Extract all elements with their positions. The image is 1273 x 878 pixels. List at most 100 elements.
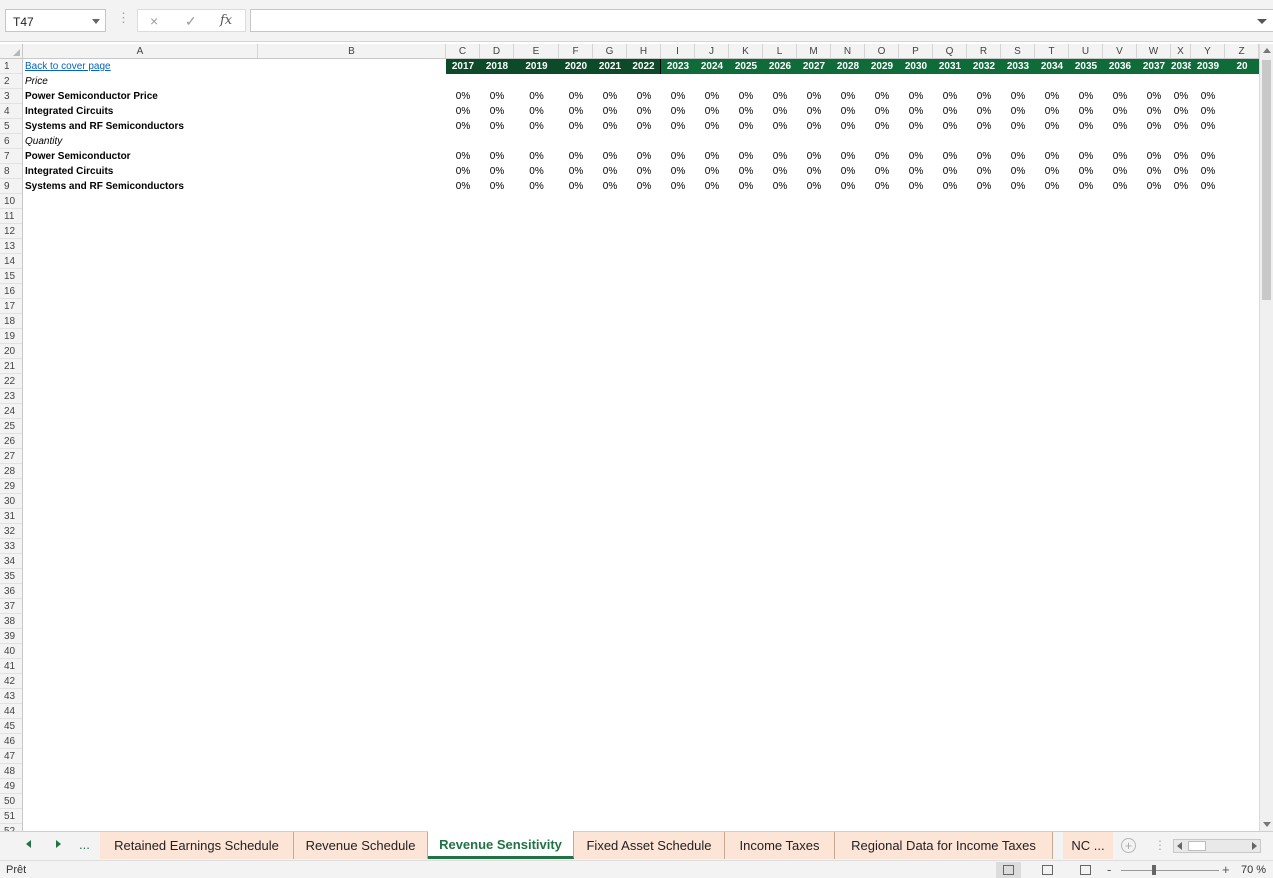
row-header-15[interactable]: 15	[0, 269, 22, 284]
page-layout-view-button[interactable]	[1035, 862, 1060, 878]
percent-cell[interactable]: 0%	[865, 179, 899, 194]
percent-cell[interactable]: 0%	[1035, 179, 1069, 194]
percent-cell[interactable]: 0%	[967, 104, 1001, 119]
percent-cell[interactable]: 0%	[1035, 119, 1069, 134]
percent-cell[interactable]: 0%	[933, 104, 967, 119]
percent-cell[interactable]: 0%	[797, 89, 831, 104]
page-break-view-button[interactable]	[1073, 862, 1098, 878]
row-header-13[interactable]: 13	[0, 239, 22, 254]
row-header-19[interactable]: 19	[0, 329, 22, 344]
column-header-w[interactable]: W	[1137, 44, 1171, 58]
percent-cell[interactable]: 0%	[865, 104, 899, 119]
percent-cell[interactable]: 0%	[1171, 164, 1191, 179]
percent-cell[interactable]: 0%	[1103, 149, 1137, 164]
percent-cell[interactable]: 0%	[446, 179, 480, 194]
percent-cell[interactable]: 0%	[729, 179, 763, 194]
percent-cell[interactable]: 0%	[1137, 164, 1171, 179]
row-header-3[interactable]: 3	[0, 89, 22, 104]
percent-cell[interactable]: 0%	[446, 164, 480, 179]
percent-cell[interactable]: 0%	[865, 119, 899, 134]
row-header-2[interactable]: 2	[0, 74, 22, 89]
column-header-b[interactable]: B	[258, 44, 446, 58]
year-header-cell[interactable]: 2039	[1191, 59, 1225, 74]
more-sheets-left-button[interactable]: ...	[79, 837, 90, 852]
percent-cell[interactable]: 0%	[1035, 89, 1069, 104]
year-header-cell[interactable]: 2020	[559, 59, 593, 74]
percent-cell[interactable]: 0%	[831, 104, 865, 119]
more-sheets-right-button[interactable]: NC ...	[1063, 832, 1113, 859]
row-label[interactable]: Power Semiconductor Price	[25, 89, 158, 104]
percent-cell[interactable]: 0%	[899, 119, 933, 134]
row-header-29[interactable]: 29	[0, 479, 22, 494]
sheet-tab-income-taxes[interactable]: Income Taxes	[725, 832, 835, 859]
percent-cell[interactable]: 0%	[831, 89, 865, 104]
percent-cell[interactable]: 0%	[899, 149, 933, 164]
vertical-scroll-thumb[interactable]	[1262, 60, 1271, 300]
percent-cell[interactable]: 0%	[1191, 179, 1225, 194]
row-header-48[interactable]: 48	[0, 764, 22, 779]
percent-cell[interactable]: 0%	[593, 149, 627, 164]
row-header-42[interactable]: 42	[0, 674, 22, 689]
percent-cell[interactable]: 0%	[831, 179, 865, 194]
row-header-28[interactable]: 28	[0, 464, 22, 479]
percent-cell[interactable]: 0%	[1035, 104, 1069, 119]
column-header-o[interactable]: O	[865, 44, 899, 58]
column-header-j[interactable]: J	[695, 44, 729, 58]
percent-cell[interactable]: 0%	[1103, 179, 1137, 194]
column-header-r[interactable]: R	[967, 44, 1001, 58]
tab-splitter-icon[interactable]: ⋮	[1154, 838, 1166, 852]
sheet-tab-revenue-schedule[interactable]: Revenue Schedule	[294, 832, 428, 859]
percent-cell[interactable]: 0%	[593, 179, 627, 194]
percent-cell[interactable]: 0%	[899, 179, 933, 194]
enter-icon[interactable]: ✓	[185, 13, 197, 30]
row-header-17[interactable]: 17	[0, 299, 22, 314]
row-header-41[interactable]: 41	[0, 659, 22, 674]
row-header-45[interactable]: 45	[0, 719, 22, 734]
percent-cell[interactable]: 0%	[514, 164, 559, 179]
row-header-14[interactable]: 14	[0, 254, 22, 269]
percent-cell[interactable]: 0%	[1191, 149, 1225, 164]
percent-cell[interactable]: 0%	[1103, 164, 1137, 179]
row-header-31[interactable]: 31	[0, 509, 22, 524]
sheet-tab-revenue-sensitivity[interactable]: Revenue Sensitivity	[428, 831, 574, 859]
row-header-32[interactable]: 32	[0, 524, 22, 539]
column-header-q[interactable]: Q	[933, 44, 967, 58]
scroll-down-icon[interactable]	[1263, 822, 1271, 827]
percent-cell[interactable]: 0%	[480, 89, 514, 104]
year-header-cell[interactable]: 20	[1225, 59, 1259, 74]
zoom-slider-thumb[interactable]	[1152, 865, 1156, 875]
percent-cell[interactable]: 0%	[559, 179, 593, 194]
percent-cell[interactable]: 0%	[446, 104, 480, 119]
percent-cell[interactable]: 0%	[661, 179, 695, 194]
percent-cell[interactable]: 0%	[967, 179, 1001, 194]
percent-cell[interactable]: 0%	[514, 179, 559, 194]
percent-cell[interactable]: 0%	[514, 149, 559, 164]
percent-cell[interactable]: 0%	[1001, 179, 1035, 194]
percent-cell[interactable]: 0%	[729, 164, 763, 179]
year-header-cell[interactable]: 2038	[1171, 59, 1193, 74]
year-header-cell[interactable]: 2032	[967, 59, 1001, 74]
row-label[interactable]: Systems and RF Semiconductors	[25, 179, 184, 194]
column-header-x[interactable]: X	[1171, 44, 1191, 58]
percent-cell[interactable]: 0%	[763, 89, 797, 104]
percent-cell[interactable]: 0%	[1171, 119, 1191, 134]
percent-cell[interactable]: 0%	[763, 104, 797, 119]
insert-function-icon[interactable]: fx	[220, 13, 232, 28]
year-header-cell[interactable]: 2023	[661, 59, 695, 74]
row-header-33[interactable]: 33	[0, 539, 22, 554]
zoom-out-button[interactable]: -	[1107, 862, 1111, 877]
percent-cell[interactable]: 0%	[627, 104, 661, 119]
percent-cell[interactable]: 0%	[480, 149, 514, 164]
previous-sheet-icon[interactable]	[26, 840, 31, 848]
percent-cell[interactable]: 0%	[627, 119, 661, 134]
next-sheet-icon[interactable]	[56, 840, 61, 848]
year-header-cell[interactable]: 2019	[514, 59, 559, 74]
year-header-cell[interactable]: 2029	[865, 59, 899, 74]
row-header-37[interactable]: 37	[0, 599, 22, 614]
percent-cell[interactable]: 0%	[1137, 179, 1171, 194]
row-header-23[interactable]: 23	[0, 389, 22, 404]
row-header-5[interactable]: 5	[0, 119, 22, 134]
percent-cell[interactable]: 0%	[729, 104, 763, 119]
row-header-35[interactable]: 35	[0, 569, 22, 584]
percent-cell[interactable]: 0%	[1069, 89, 1103, 104]
